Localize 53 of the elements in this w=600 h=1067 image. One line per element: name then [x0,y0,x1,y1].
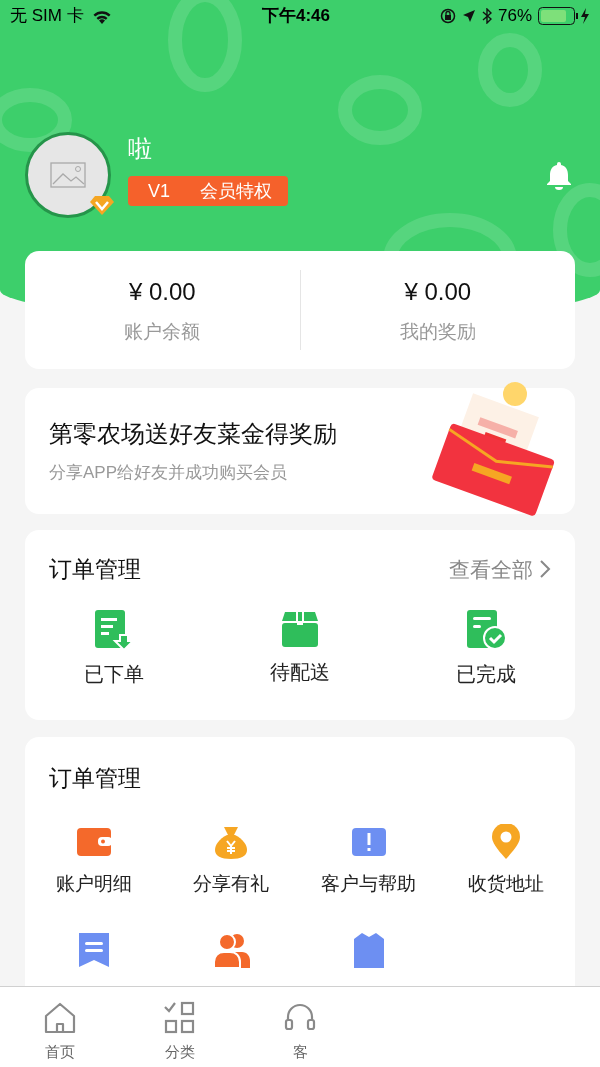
exclamation-icon [350,825,387,858]
promo-title: 第零农场送好友菜金得奖励 [49,419,338,450]
battery-charging-icon [538,7,590,25]
promo-subtitle: 分享APP给好友并成功购买会员 [49,462,289,485]
service-item[interactable]: 分享有礼 [162,823,300,898]
service-label: 账户明细 [55,871,132,896]
balance-label: 我的奖励 [399,319,476,344]
rotation-lock-icon [439,8,456,24]
tab-item[interactable]: 首页 [0,987,120,1067]
wallet-icon [75,825,112,858]
bookmark-icon [77,932,110,968]
service-item[interactable]: 账户明细 [25,823,163,898]
carrier-text: 无 SIM 卡 [10,5,84,28]
grid-icon [163,1001,197,1035]
order-status-item[interactable]: 待配送 [255,608,345,689]
section-title: 订单管理 [49,555,141,584]
tab-label: 分类 [165,1042,195,1062]
chevron-right-icon [539,559,551,580]
tab-label: 客 [292,1042,308,1062]
view-all-link[interactable]: 查看全部 [449,553,551,585]
tab-item[interactable]: 客 [240,987,360,1067]
order-status-label: 待配送 [270,659,330,685]
order-status-label: 已下单 [84,661,144,687]
diamond-badge-icon [90,195,114,215]
document-check-icon [465,608,507,651]
status-time: 下午4:46 [262,5,331,28]
service-label: 分享有礼 [193,871,270,896]
user-name: 啦 [128,134,153,164]
section-title: 订单管理 [49,765,141,791]
home-icon [43,1001,77,1035]
service-label: 客户与帮助 [321,871,417,896]
shirt-icon [352,932,385,968]
order-status-item[interactable]: 已下单 [69,608,159,689]
balance-amount: ¥ 0.00 [128,276,196,307]
tab-label: 首页 [45,1042,75,1062]
balance-label: 账户余额 [124,319,201,344]
balance-amount: ¥ 0.00 [404,276,472,307]
service-label: 收货地址 [468,871,545,896]
location-arrow-icon [461,9,476,23]
battery-percent: 76% [497,5,532,28]
member-text: 会员特权 [200,179,273,203]
order-status-item[interactable]: 已完成 [441,608,531,689]
tab-item[interactable]: 分类 [120,987,240,1067]
bluetooth-icon [481,8,492,24]
wifi-icon [91,8,112,24]
location-pin-icon [490,823,523,860]
service-item[interactable]: 收货地址 [437,823,575,898]
bell-icon[interactable] [546,160,572,190]
image-placeholder-icon [50,162,86,188]
order-status-label: 已完成 [456,661,516,687]
level-text: V1 [148,179,171,203]
service-item[interactable]: 客户与帮助 [300,823,438,898]
people-icon [212,932,251,968]
